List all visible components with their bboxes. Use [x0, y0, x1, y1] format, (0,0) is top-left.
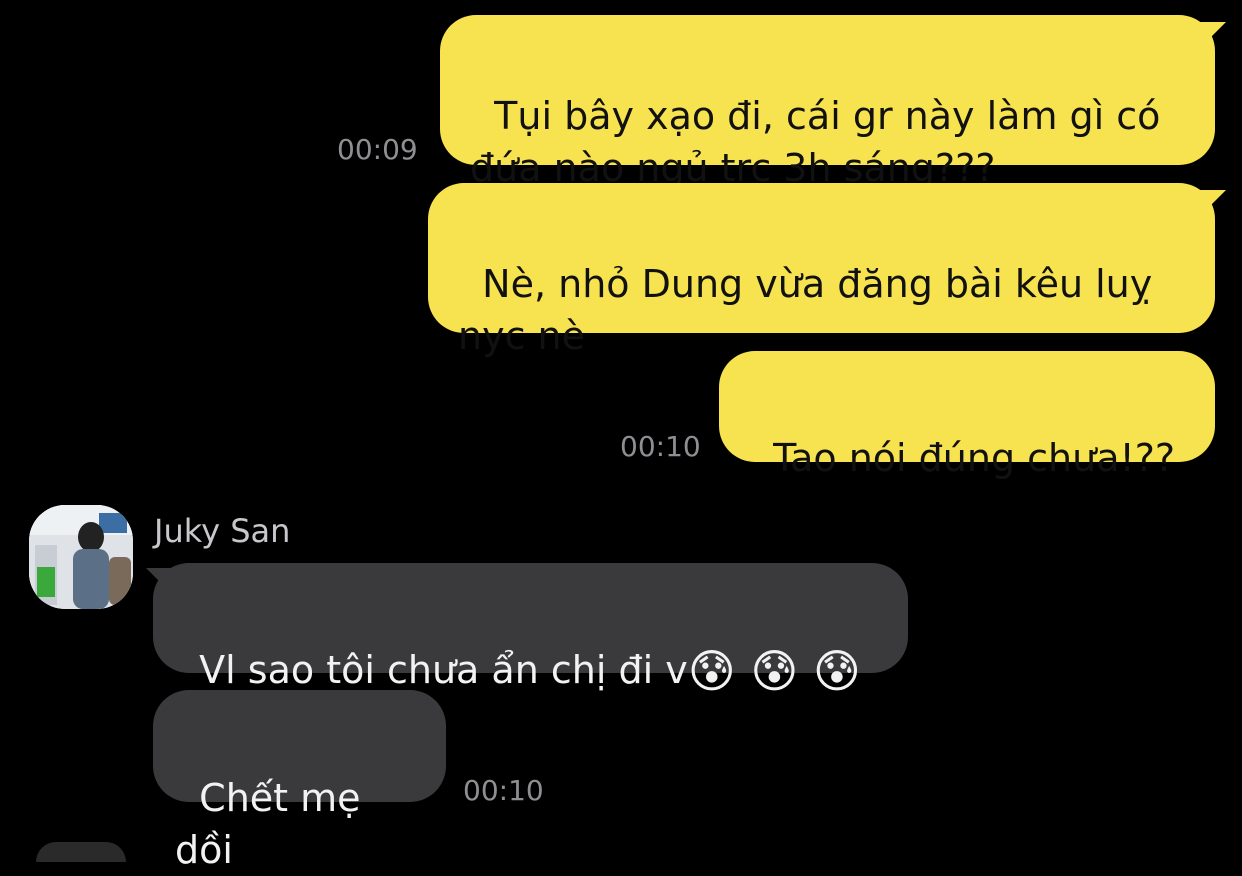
message-text: Nè, nhỏ Dung vừa đăng bài kêu luỵ nyc nè [458, 262, 1153, 358]
user-photo-avatar-icon [29, 505, 133, 609]
message-text: Tao nói đúng chưa!?? [773, 436, 1176, 480]
outgoing-message-bubble[interactable]: Tao nói đúng chưa!?? [719, 351, 1215, 480]
anxious-face-emoji-icon: 😰 😰 😰 [687, 644, 861, 698]
message-timestamp: 00:09 [337, 133, 418, 166]
sender-name: Juky San [154, 512, 291, 550]
message-text: Tụi bây xạo đi, cái gr này làm gì có đứa… [470, 94, 1161, 190]
message-timestamp: 00:10 [620, 430, 701, 463]
message-timestamp: 00:10 [463, 774, 544, 807]
message-text: Chết mẹ dồi [175, 776, 373, 872]
incoming-message-bubble[interactable]: Vl sao tôi chưa ẩn chị đi v😰 😰 😰 [153, 563, 908, 697]
message-text: Vl sao tôi chưa ẩn chị đi v [199, 648, 688, 692]
outgoing-message-bubble[interactable]: Tụi bây xạo đi, cái gr này làm gì có đứa… [440, 15, 1215, 190]
outgoing-message-bubble[interactable]: Nè, nhỏ Dung vừa đăng bài kêu luỵ nyc nè [428, 183, 1215, 358]
next-avatar-partial [36, 842, 126, 862]
incoming-message-bubble[interactable]: Chết mẹ dồi [153, 690, 446, 872]
sender-avatar[interactable] [29, 505, 133, 609]
